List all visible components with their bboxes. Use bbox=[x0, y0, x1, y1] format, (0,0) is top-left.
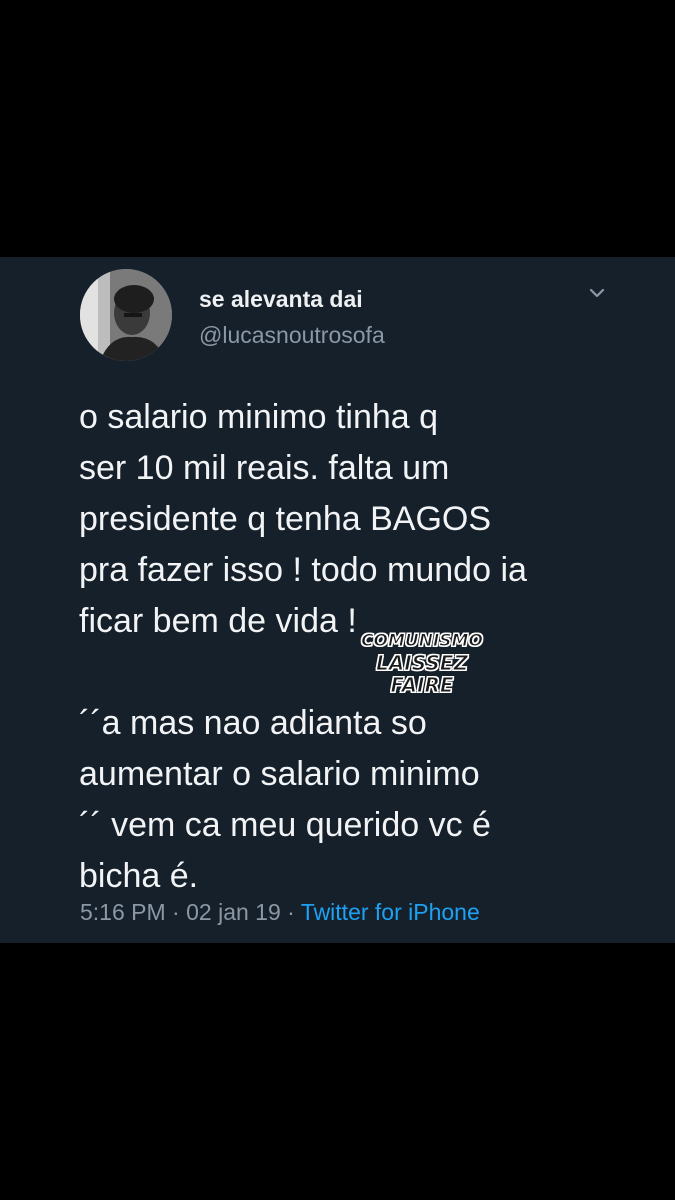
meta-separator: · bbox=[287, 899, 295, 925]
tweet-metadata: 5:16 PM · 02 jan 19 · Twitter for iPhone bbox=[80, 899, 480, 926]
avatar-photo bbox=[80, 269, 172, 361]
watermark-logo: COMUNISMO LAISSEZ FAIRE bbox=[342, 630, 502, 697]
watermark-line-1: COMUNISMO bbox=[361, 631, 484, 652]
tweet-date[interactable]: 02 jan 19 bbox=[186, 899, 281, 925]
tweet-text-line: ´´ vem ca meu querido vc é bbox=[79, 806, 491, 844]
chevron-down-icon[interactable] bbox=[586, 284, 608, 302]
tweet-text-line: pra fazer isso ! todo mundo ia bbox=[79, 551, 527, 589]
meta-separator: · bbox=[172, 899, 180, 925]
tweet-text-line: ´´a mas nao adianta so bbox=[79, 704, 427, 742]
user-handle[interactable]: @lucasnoutrosofa bbox=[199, 322, 385, 349]
tweet-text-line: bicha é. bbox=[79, 857, 199, 895]
watermark-line-2: LAISSEZ FAIRE bbox=[376, 651, 469, 697]
tweet-text-line: ser 10 mil reais. falta um bbox=[79, 449, 450, 487]
avatar[interactable] bbox=[80, 269, 172, 361]
display-name[interactable]: se alevanta dai bbox=[199, 286, 363, 313]
tweet-text-line: aumentar o salario minimo bbox=[79, 755, 480, 793]
tweet-text-line: o salario minimo tinha q bbox=[79, 398, 439, 436]
tweet-time[interactable]: 5:16 PM bbox=[80, 899, 166, 925]
tweet-text-line: presidente q tenha BAGOS bbox=[79, 500, 492, 538]
tweet-source-link[interactable]: Twitter for iPhone bbox=[301, 899, 480, 925]
